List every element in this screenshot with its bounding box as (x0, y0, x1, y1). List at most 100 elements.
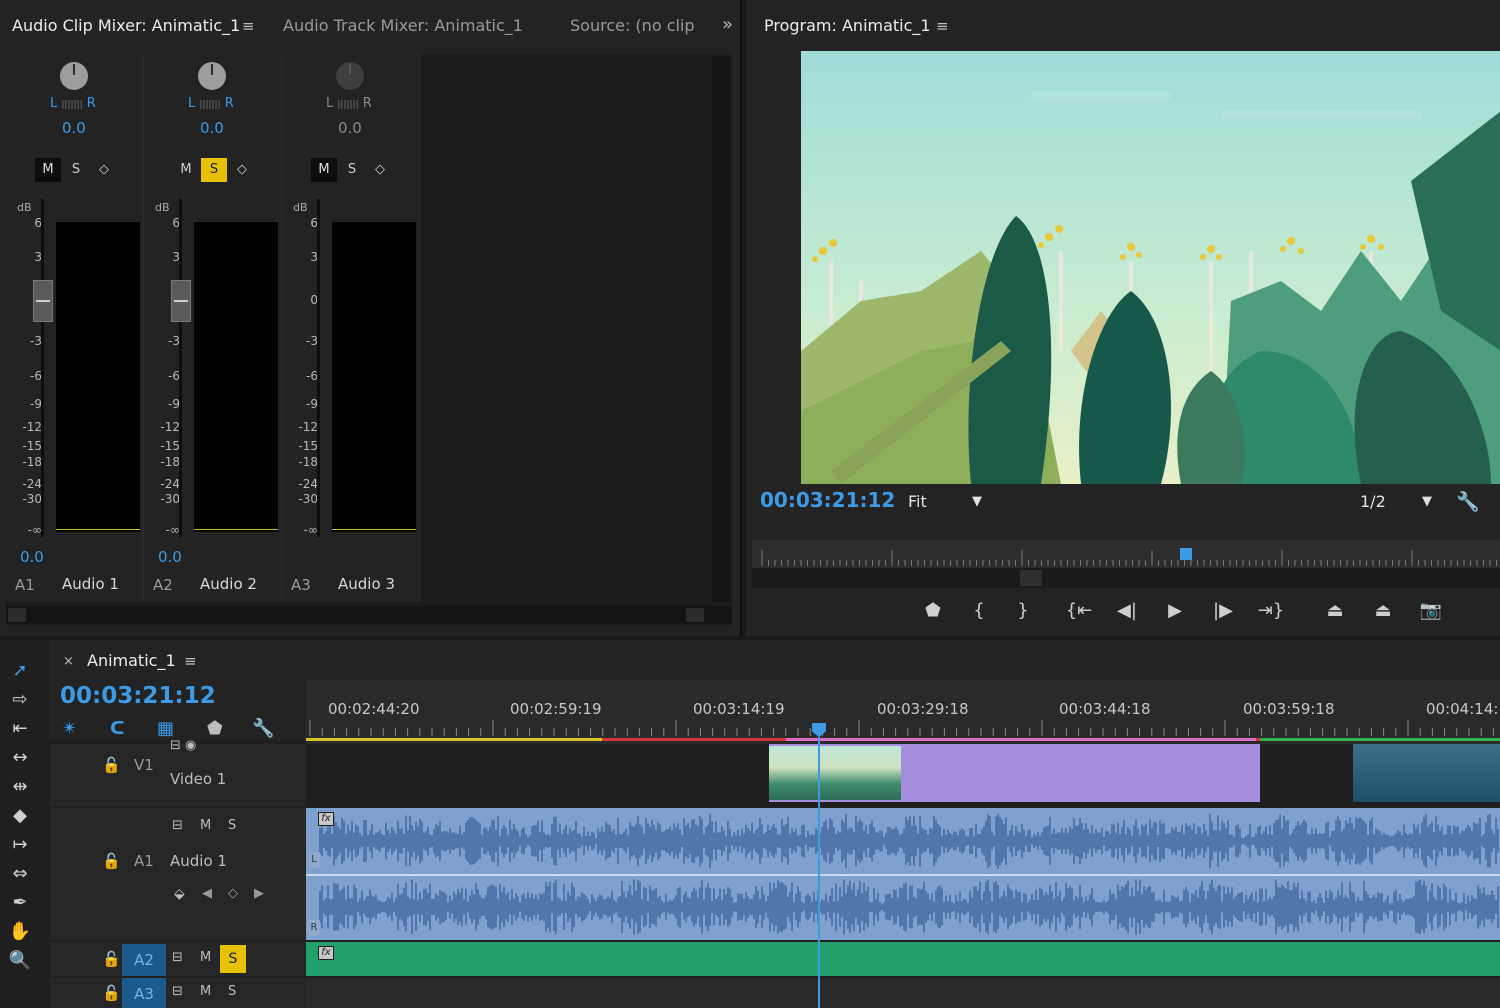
timeline-time-ruler[interactable]: 00:02:44:20 00:02:59:19 00:03:14:19 00:0… (306, 680, 1500, 744)
rolling-edit-tool-icon[interactable]: ↔ (6, 745, 34, 771)
solo-button[interactable]: S (220, 945, 246, 973)
pan-knob[interactable] (60, 62, 88, 90)
audio-clip-a1[interactable]: fx L R (306, 808, 1500, 940)
track-select-tool-icon[interactable]: ⇨ (6, 687, 34, 713)
chevron-down-icon[interactable]: ▼ (1422, 494, 1432, 509)
panel-menu-icon[interactable]: ≡ (184, 652, 197, 670)
mute-button[interactable]: M (200, 984, 211, 999)
razor-tool-icon[interactable]: ◆ (6, 803, 34, 829)
lift-icon[interactable]: ⏏ (1318, 596, 1352, 626)
mute-button[interactable]: M (35, 158, 61, 182)
mute-button[interactable]: M (200, 950, 211, 965)
pan-knob[interactable] (336, 62, 364, 90)
panel-overflow-icon[interactable]: » (722, 14, 733, 35)
voice-over-record-icon[interactable]: ⊟ (172, 818, 183, 833)
mark-out-icon[interactable]: } (1006, 596, 1040, 626)
panel-menu-icon[interactable]: ≡ (242, 17, 255, 35)
track-id-v1[interactable]: V1 (134, 756, 154, 774)
voice-over-record-icon[interactable]: ⊟ (172, 950, 183, 965)
extract-icon[interactable]: ⏏ (1366, 596, 1400, 626)
insert-overwrite-nest-icon[interactable]: ▦ (157, 718, 174, 739)
zoom-level-select[interactable]: Fit (908, 492, 927, 511)
track-target-a2[interactable]: A2 (122, 944, 166, 976)
zoom-tool-icon[interactable]: 🔍 (6, 948, 34, 974)
volume-fader-handle[interactable] (33, 280, 53, 322)
program-playhead-timecode[interactable]: 00:03:21:12 (760, 488, 895, 512)
program-zoom-scrollbar[interactable] (752, 568, 1500, 588)
settings-wrench-icon[interactable]: 🔧 (1456, 490, 1480, 513)
add-keyframe-icon[interactable]: ◇ (228, 886, 238, 901)
pan-value[interactable]: 0.0 (338, 119, 362, 137)
track-header-a1: ⊟ M S 🔓 A1 Audio 1 ⬙ ◀ ◇ ▶ (50, 808, 306, 940)
keyframe-toggle-icon[interactable]: ◇ (367, 158, 393, 182)
pan-left-label: L (188, 96, 196, 111)
track-target-a3[interactable]: A3 (122, 978, 166, 1008)
rate-stretch-tool-icon[interactable]: ⇹ (6, 774, 34, 800)
mixer-vertical-scrollbar[interactable] (712, 56, 730, 602)
go-to-out-icon[interactable]: ⇥} (1254, 596, 1288, 626)
panel-menu-icon[interactable]: ≡ (936, 17, 949, 35)
video-clip[interactable] (769, 744, 1260, 802)
play-icon[interactable]: ▶ (1158, 596, 1192, 626)
snap-icon[interactable]: ✴ (62, 718, 77, 739)
previous-keyframe-icon[interactable]: ◀ (202, 886, 212, 901)
mute-button[interactable]: M (200, 818, 211, 833)
keyframe-toggle-icon[interactable]: ◇ (229, 158, 255, 182)
tab-audio-track-mixer[interactable]: Audio Track Mixer: Animatic_1 (283, 16, 523, 35)
tab-program[interactable]: Program: Animatic_1 (764, 16, 931, 35)
timeline-settings-wrench-icon[interactable]: 🔧 (252, 718, 274, 739)
pan-right-label: R (224, 96, 234, 111)
lock-track-icon[interactable]: 🔓 (102, 852, 121, 870)
solo-button[interactable]: S (228, 818, 236, 833)
program-time-ruler[interactable] (752, 540, 1500, 568)
voice-over-record-icon[interactable]: ⊟ (172, 984, 183, 999)
ripple-edit-tool-icon[interactable]: ⇤ (6, 716, 34, 742)
toggle-output-icon[interactable]: ⊟ ◉ (170, 738, 196, 753)
pan-value[interactable]: 0.0 (200, 119, 224, 137)
lock-track-icon[interactable]: 🔓 (102, 756, 121, 774)
mute-button[interactable]: M (173, 158, 199, 182)
mixer-horizontal-scrollbar[interactable] (6, 606, 732, 624)
volume-fader-handle[interactable] (171, 280, 191, 322)
tab-source[interactable]: Source: (no clip (570, 16, 695, 35)
playback-resolution-select[interactable]: 1/2 (1360, 492, 1386, 511)
volume-value[interactable]: 0.0 (20, 548, 44, 566)
linked-selection-icon[interactable]: ᑕ (110, 718, 125, 739)
mute-button[interactable]: M (311, 158, 337, 182)
volume-fader-track[interactable] (317, 199, 320, 537)
selection-tool-icon[interactable]: ➚ (6, 658, 34, 684)
tab-sequence[interactable]: Animatic_1 (87, 651, 176, 670)
add-marker-icon[interactable]: ⬟ (916, 596, 950, 626)
pan-knob[interactable] (198, 62, 226, 90)
mark-in-icon[interactable]: { (962, 596, 996, 626)
pan-value[interactable]: 0.0 (62, 119, 86, 137)
volume-fader-track[interactable] (41, 199, 44, 537)
volume-value[interactable]: 0.0 (158, 548, 182, 566)
timeline-playhead-timecode[interactable]: 00:03:21:12 (60, 683, 216, 709)
volume-fader-track[interactable] (179, 199, 182, 537)
tab-audio-clip-mixer[interactable]: Audio Clip Mixer: Animatic_1 (12, 16, 240, 35)
next-keyframe-icon[interactable]: ▶ (254, 886, 264, 901)
audio-clip-a2[interactable]: fx (306, 942, 1500, 976)
step-back-icon[interactable]: ◀| (1110, 596, 1144, 626)
show-keyframes-icon[interactable]: ⬙ (174, 886, 185, 902)
close-icon[interactable]: × (63, 654, 74, 669)
lock-track-icon[interactable]: 🔓 (102, 984, 121, 1002)
slip-tool-icon[interactable]: ↦ (6, 832, 34, 858)
hand-tool-icon[interactable]: ✋ (6, 919, 34, 945)
solo-button[interactable]: S (228, 984, 236, 999)
add-marker-icon[interactable]: ⬟ (207, 718, 223, 739)
slide-tool-icon[interactable]: ⇔ (6, 861, 34, 887)
solo-button[interactable]: S (63, 158, 89, 182)
track-id-a1[interactable]: A1 (134, 852, 154, 870)
chevron-down-icon[interactable]: ▼ (972, 494, 982, 509)
export-frame-icon[interactable]: 📷 (1414, 596, 1448, 626)
solo-button[interactable]: S (201, 158, 227, 182)
step-forward-icon[interactable]: |▶ (1206, 596, 1240, 626)
lock-track-icon[interactable]: 🔓 (102, 950, 121, 968)
solo-button[interactable]: S (339, 158, 365, 182)
pen-tool-icon[interactable]: ✒ (6, 890, 34, 916)
keyframe-toggle-icon[interactable]: ◇ (91, 158, 117, 182)
video-clip[interactable] (1353, 744, 1500, 802)
go-to-in-icon[interactable]: {⇤ (1062, 596, 1096, 626)
